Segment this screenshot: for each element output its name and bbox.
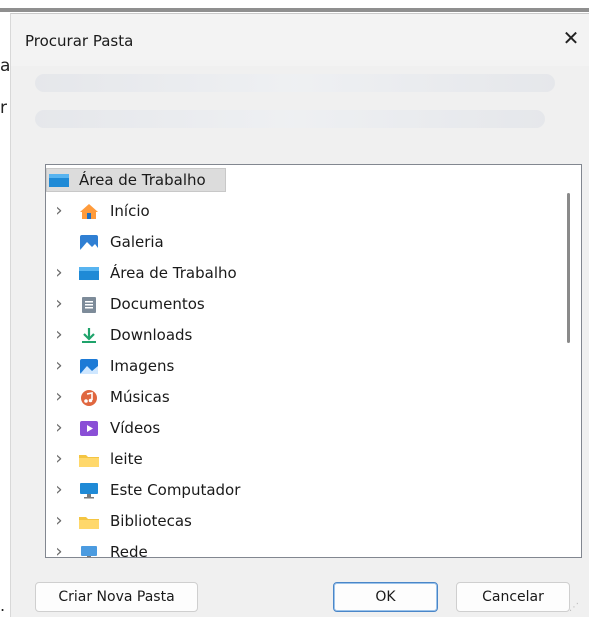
home-icon <box>80 204 98 219</box>
computer-icon <box>80 483 98 499</box>
desktop-icon <box>79 267 99 280</box>
chevron-right-icon[interactable]: › <box>52 414 66 442</box>
tree-root-item[interactable]: Área de Trabalho <box>46 166 566 194</box>
tree-item-label: Vídeos <box>110 419 161 437</box>
tree-item-label: Músicas <box>110 388 170 406</box>
tree-item-label: Downloads <box>110 326 193 344</box>
background-window-edge <box>0 0 589 14</box>
chevron-right-icon[interactable]: › <box>52 383 66 411</box>
tree-item-label: Área de Trabalho <box>110 264 237 282</box>
chevron-right-icon[interactable]: › <box>52 476 66 504</box>
tree-item[interactable]: › Área de Trabalho <box>46 259 566 287</box>
chevron-right-icon[interactable]: › <box>52 197 66 225</box>
chevron-right-icon[interactable]: › <box>52 259 66 287</box>
create-folder-button[interactable]: Criar Nova Pasta <box>35 582 198 612</box>
chevron-right-icon[interactable]: › <box>52 507 66 535</box>
tree-item[interactable]: Galeria <box>46 228 566 256</box>
chevron-right-icon[interactable]: › <box>52 290 66 318</box>
blurred-line <box>35 74 555 92</box>
dialog-title: Procurar Pasta <box>25 32 134 50</box>
cancel-button[interactable]: Cancelar <box>456 582 570 612</box>
chevron-right-icon[interactable]: › <box>52 321 66 349</box>
browse-folder-dialog: Procurar Pasta ✕ Área de Trabalho › Iníci… <box>10 13 589 617</box>
tree-item-label: Imagens <box>110 357 175 375</box>
tree-item-label: Documentos <box>110 295 205 313</box>
dialog-titlebar[interactable]: Procurar Pasta ✕ <box>11 14 589 66</box>
folder-icon <box>79 517 99 529</box>
tree-item[interactable]: › leite <box>46 445 566 473</box>
tree-item[interactable]: › Imagens <box>46 352 566 380</box>
folder-icon <box>79 455 99 467</box>
background-text-fragment: . <box>0 596 6 615</box>
tree-item-label: Este Computador <box>110 481 241 499</box>
close-icon[interactable]: ✕ <box>559 26 583 50</box>
images-icon <box>80 359 98 374</box>
tree-root-label: Área de Trabalho <box>79 171 206 189</box>
network-icon <box>81 546 97 557</box>
tree-item[interactable]: › Vídeos <box>46 414 566 442</box>
chevron-right-icon[interactable]: › <box>52 538 66 557</box>
tree-item[interactable]: › Downloads <box>46 321 566 349</box>
resize-grip-icon[interactable]: ⋰ <box>569 602 579 613</box>
background-text-fragment: r <box>0 98 7 118</box>
chevron-right-icon[interactable]: › <box>52 445 66 473</box>
desktop-icon <box>49 174 69 187</box>
tree-item[interactable]: › Rede <box>46 538 566 558</box>
blurred-line <box>35 110 545 128</box>
background-text-fragment: a <box>0 56 11 76</box>
tree-item[interactable]: › Músicas <box>46 383 566 411</box>
tree-item-label: Início <box>110 202 150 220</box>
video-icon <box>80 421 98 436</box>
tree-item[interactable]: › Documentos <box>46 290 566 318</box>
ok-button[interactable]: OK <box>333 582 438 612</box>
background-title-bar <box>0 8 589 12</box>
download-icon <box>82 328 96 343</box>
tree-item-label: leite <box>110 450 143 468</box>
gallery-icon <box>80 235 98 250</box>
blurred-description <box>35 64 555 154</box>
scrollbar-thumb[interactable] <box>567 193 570 343</box>
tree-item[interactable]: › Este Computador <box>46 476 566 504</box>
tree-item-label: Rede <box>110 543 148 558</box>
document-icon <box>82 297 96 313</box>
tree-item-label: Bibliotecas <box>110 512 192 530</box>
chevron-right-icon[interactable]: › <box>52 352 66 380</box>
tree-item-label: Galeria <box>110 233 164 251</box>
folder-tree[interactable]: Área de Trabalho › Início Galeria › Área de … <box>45 164 582 558</box>
tree-item[interactable]: › Bibliotecas <box>46 507 566 535</box>
tree-item[interactable]: › Início <box>46 197 566 225</box>
music-icon <box>81 390 97 406</box>
